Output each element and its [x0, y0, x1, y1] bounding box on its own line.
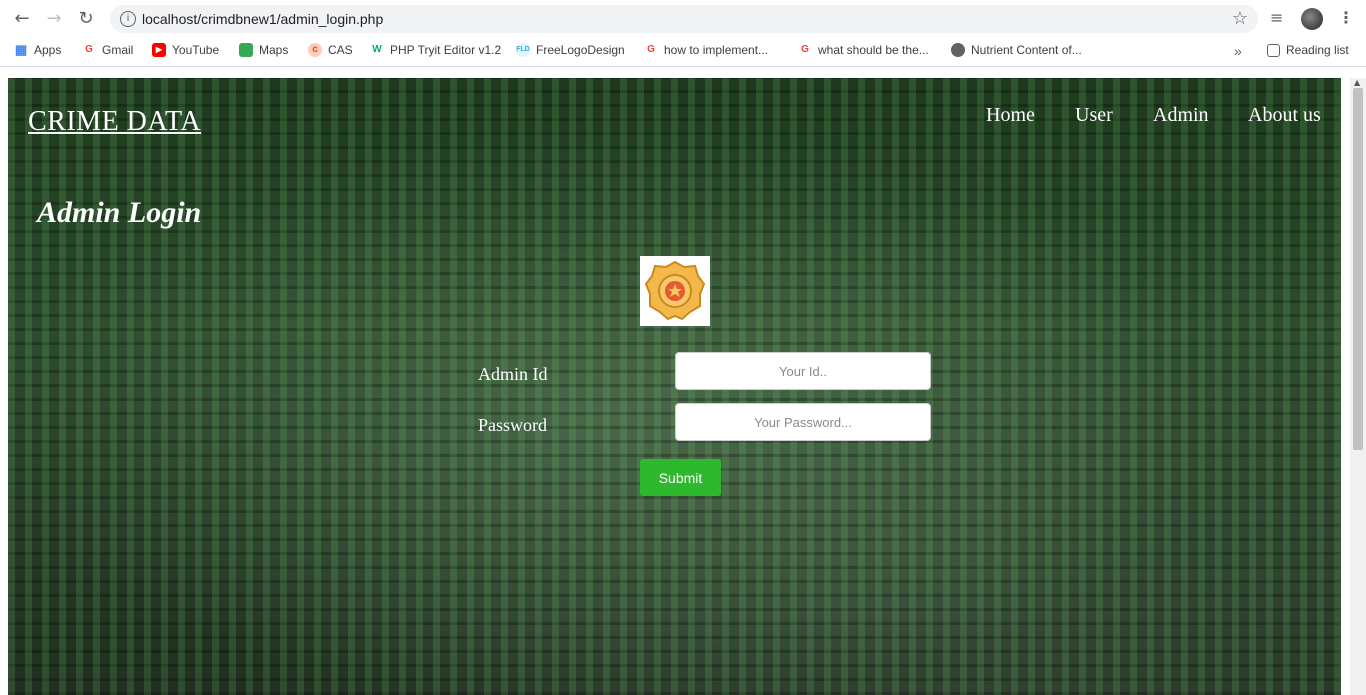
media-control-icon[interactable]: ≡ — [1270, 8, 1283, 27]
scrollbar-thumb[interactable] — [1353, 88, 1363, 450]
scroll-up-icon[interactable]: ▲ — [1354, 78, 1360, 87]
freelogodesign-icon: FLD — [516, 43, 530, 57]
admin-id-input[interactable] — [675, 352, 931, 390]
reading-list-icon — [1267, 43, 1280, 57]
address-bar[interactable]: i localhost/crimdbnew1/admin_login.php ☆ — [110, 5, 1258, 33]
bookmark-php-tryit[interactable]: W PHP Tryit Editor v1.2 — [370, 43, 501, 57]
password-input[interactable] — [675, 403, 931, 441]
bookmark-apps[interactable]: ▦ Apps — [14, 42, 62, 58]
bookmark-youtube[interactable]: ▶ YouTube — [152, 43, 219, 57]
page-title: Admin Login — [37, 196, 202, 229]
nav-about-us[interactable]: About us — [1248, 104, 1321, 127]
password-label: Password — [478, 415, 548, 435]
bookmark-maps[interactable]: Maps — [239, 43, 288, 57]
reading-list-button[interactable]: Reading list — [1267, 43, 1349, 57]
bookmark-gmail[interactable]: G Gmail — [82, 43, 133, 57]
google-icon: G — [85, 44, 93, 55]
bookmarks-bar: ▦ Apps G Gmail ▶ YouTube Maps c CAS W PH… — [0, 38, 1366, 67]
page-viewport: CRIME DATA Home User Admin About us Admi… — [8, 78, 1341, 695]
police-badge-icon — [640, 256, 710, 326]
bookmark-label: Apps — [34, 43, 62, 57]
menu-icon[interactable]: ⋮ — [1338, 8, 1354, 27]
w3schools-icon: W — [372, 44, 382, 55]
google-icon: G — [801, 44, 809, 55]
bookmark-cas[interactable]: c CAS — [308, 43, 353, 57]
bookmark-what-should-be[interactable]: G what should be the... — [798, 43, 929, 57]
forward-icon[interactable]: → — [43, 8, 65, 30]
bookmark-star-icon[interactable]: ☆ — [1232, 8, 1248, 29]
nav-user[interactable]: User — [1075, 104, 1113, 127]
page-scrollbar[interactable]: ▲ — [1350, 78, 1366, 695]
bookmark-label: PHP Tryit Editor v1.2 — [390, 43, 502, 57]
back-icon[interactable]: ← — [11, 8, 33, 30]
site-brand[interactable]: CRIME DATA — [28, 106, 201, 138]
nav-admin[interactable]: Admin — [1153, 104, 1209, 127]
bookmark-label: what should be the... — [818, 43, 929, 57]
youtube-icon: ▶ — [152, 43, 166, 57]
nav-home[interactable]: Home — [986, 104, 1035, 127]
bookmark-label: how to implement... — [664, 43, 769, 57]
profile-avatar[interactable] — [1301, 8, 1323, 30]
bookmark-label: YouTube — [172, 43, 220, 57]
admin-id-label: Admin Id — [478, 364, 548, 384]
url-text[interactable]: localhost/crimdbnew1/admin_login.php — [142, 11, 383, 27]
bookmark-freelogodesign[interactable]: FLD FreeLogoDesign — [516, 43, 625, 57]
bookmark-label: CAS — [328, 43, 353, 57]
bookmark-label: FreeLogoDesign — [536, 43, 625, 57]
cas-icon: c — [308, 43, 322, 57]
browser-toolbar: ← → ↻ i localhost/crimdbnew1/admin_login… — [0, 0, 1366, 38]
bookmark-nutrient-content[interactable]: Nutrient Content of... — [951, 43, 1082, 57]
reading-list-label: Reading list — [1286, 43, 1349, 57]
bookmark-label: Nutrient Content of... — [971, 43, 1082, 57]
more-bookmarks-icon[interactable]: » — [1234, 43, 1242, 59]
globe-icon — [951, 43, 965, 57]
submit-button[interactable]: Submit — [640, 459, 721, 496]
site-info-icon[interactable]: i — [120, 11, 136, 27]
google-icon: G — [647, 44, 655, 55]
reload-icon[interactable]: ↻ — [75, 8, 97, 30]
bookmark-label: Gmail — [102, 43, 134, 57]
bookmark-label: Maps — [259, 43, 289, 57]
maps-icon — [239, 43, 253, 57]
bookmark-how-to-implement[interactable]: G how to implement... — [644, 43, 768, 57]
apps-grid-icon: ▦ — [14, 42, 28, 57]
